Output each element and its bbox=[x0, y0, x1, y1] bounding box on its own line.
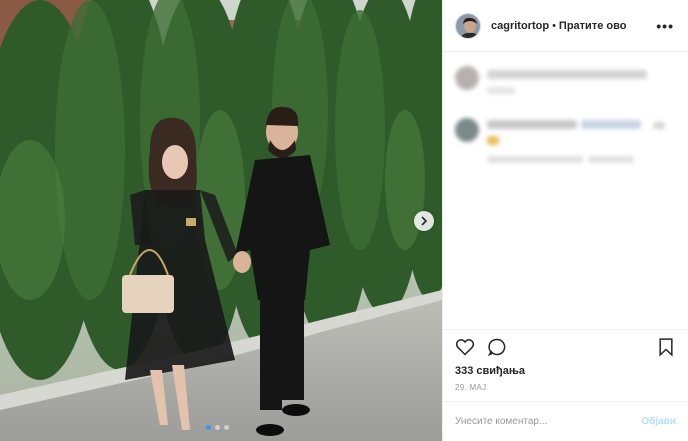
photo-couple-hedge bbox=[0, 0, 442, 441]
more-options-icon[interactable]: ••• bbox=[656, 18, 674, 34]
likes-count[interactable]: 333 свиђања bbox=[443, 363, 688, 379]
blurred-comment-text bbox=[653, 122, 665, 129]
separator-dot: • bbox=[552, 19, 556, 32]
carousel-indicator bbox=[206, 425, 229, 430]
blurred-comment-meta bbox=[487, 87, 515, 94]
blurred-avatar bbox=[455, 118, 479, 142]
action-bar bbox=[443, 329, 688, 363]
comment-input[interactable] bbox=[455, 416, 642, 427]
avatar-image bbox=[456, 13, 480, 38]
carousel-dot bbox=[215, 425, 220, 430]
heart-icon[interactable] bbox=[455, 337, 475, 357]
post-header: cagritortop • Пратите ово ••• bbox=[443, 0, 688, 52]
bookmark-icon[interactable] bbox=[656, 337, 676, 357]
avatar[interactable] bbox=[455, 12, 481, 39]
comments-list bbox=[443, 52, 688, 329]
post-sidebar: cagritortop • Пратите ово ••• 333 свиђањ… bbox=[442, 0, 688, 441]
username-link[interactable]: cagritortop bbox=[491, 20, 549, 32]
carousel-dot bbox=[206, 425, 211, 430]
blurred-comment-text bbox=[487, 120, 577, 129]
comment-icon[interactable] bbox=[487, 337, 507, 357]
carousel-dot bbox=[224, 425, 229, 430]
blurred-comment-meta bbox=[588, 156, 634, 163]
blurred-emoji bbox=[487, 136, 499, 145]
post-comment-button[interactable]: Објави bbox=[641, 416, 676, 427]
instagram-post: cagritortop • Пратите ово ••• 333 свиђањ… bbox=[0, 0, 688, 441]
blurred-comment-text bbox=[581, 120, 641, 129]
blurred-comment-meta bbox=[487, 156, 583, 163]
next-slide-button[interactable] bbox=[414, 211, 434, 231]
follow-button[interactable]: Пратите ово bbox=[559, 20, 627, 32]
post-photo[interactable] bbox=[0, 0, 442, 441]
blurred-avatar bbox=[455, 66, 479, 90]
add-comment-bar: Објави bbox=[443, 401, 688, 441]
post-date: 29. МАЈ bbox=[455, 383, 487, 392]
chevron-right-icon bbox=[421, 216, 428, 226]
blurred-comment-text bbox=[487, 70, 647, 79]
